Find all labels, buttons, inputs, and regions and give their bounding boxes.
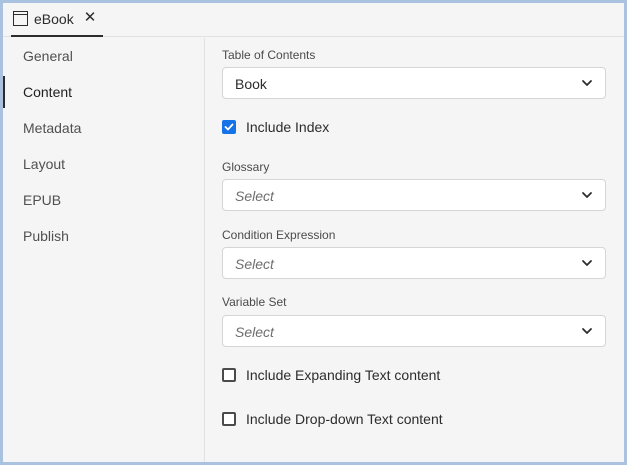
include-expanding-text-checkbox[interactable] bbox=[222, 368, 236, 382]
chevron-down-icon bbox=[582, 192, 592, 198]
window-icon bbox=[13, 11, 28, 26]
variable-set-label: Variable Set bbox=[222, 295, 287, 309]
glossary-dropdown[interactable]: Select bbox=[222, 179, 606, 211]
include-expanding-text-label: Include Expanding Text content bbox=[246, 367, 441, 383]
glossary-placeholder: Select bbox=[235, 188, 274, 204]
condition-expression-placeholder: Select bbox=[235, 256, 274, 272]
chevron-down-icon bbox=[582, 260, 592, 266]
sidebar-item-layout[interactable]: Layout bbox=[3, 148, 205, 180]
tab-ebook[interactable]: eBook ✕ bbox=[11, 3, 103, 37]
condition-expression-label: Condition Expression bbox=[222, 228, 336, 242]
checkmark-icon bbox=[224, 123, 234, 131]
sidebar-item-epub[interactable]: EPUB bbox=[3, 184, 205, 216]
toc-value: Book bbox=[235, 76, 267, 92]
close-icon[interactable]: ✕ bbox=[83, 10, 97, 26]
toc-label: Table of Contents bbox=[222, 48, 316, 62]
sidebar-item-general[interactable]: General bbox=[3, 40, 205, 72]
include-index-label: Include Index bbox=[246, 119, 330, 135]
chevron-down-icon bbox=[582, 80, 592, 86]
variable-set-dropdown[interactable]: Select bbox=[222, 315, 606, 347]
tab-label: eBook bbox=[34, 11, 74, 27]
tab-bar: eBook ✕ bbox=[3, 3, 624, 37]
variable-set-placeholder: Select bbox=[235, 324, 274, 340]
toc-dropdown[interactable]: Book bbox=[222, 67, 606, 99]
chevron-down-icon bbox=[582, 328, 592, 334]
sidebar-item-metadata[interactable]: Metadata bbox=[3, 112, 205, 144]
ebook-window: eBook ✕ General Content Metadata Layout … bbox=[3, 3, 624, 462]
glossary-label: Glossary bbox=[222, 160, 270, 174]
include-dropdown-text-checkbox[interactable] bbox=[222, 412, 236, 426]
sidebar-item-publish[interactable]: Publish bbox=[3, 220, 205, 252]
condition-expression-dropdown[interactable]: Select bbox=[222, 247, 606, 279]
include-index-checkbox[interactable] bbox=[222, 120, 236, 134]
sidebar: General Content Metadata Layout EPUB Pub… bbox=[3, 38, 205, 462]
sidebar-item-content[interactable]: Content bbox=[3, 76, 205, 108]
include-dropdown-text-label: Include Drop-down Text content bbox=[246, 411, 443, 427]
